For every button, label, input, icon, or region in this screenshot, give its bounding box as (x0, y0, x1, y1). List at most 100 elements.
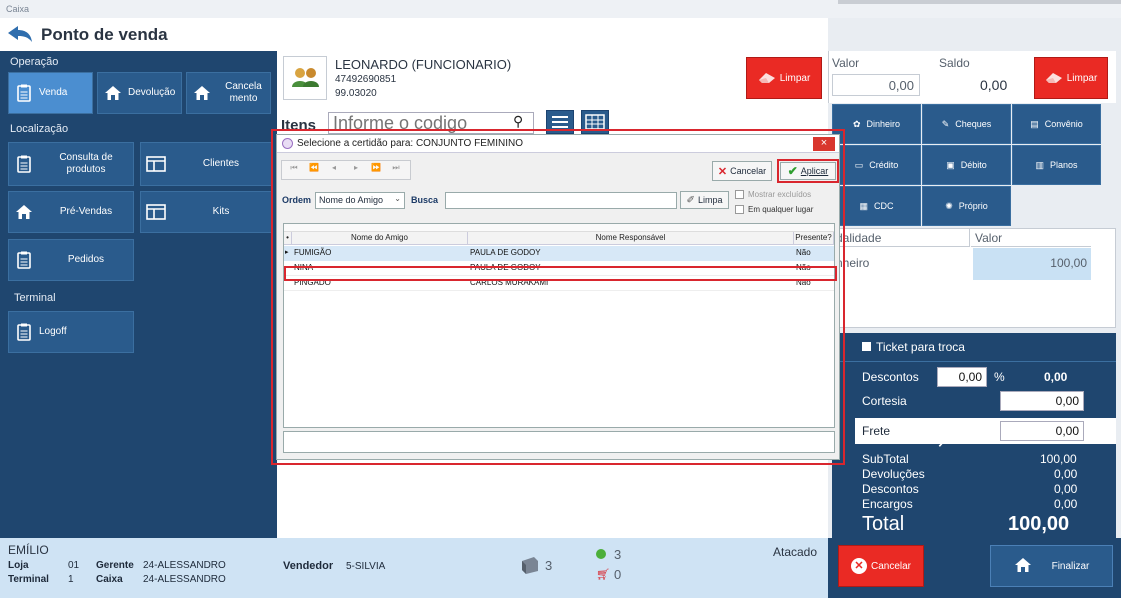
cancelamento-button[interactable]: Cancela mento (186, 72, 271, 114)
plans-icon: ▥ (1035, 159, 1044, 170)
planos-button[interactable]: ▥ Planos (1012, 145, 1101, 185)
finalizar-button[interactable]: Finalizar (990, 545, 1113, 587)
vendedor-value: 5-SILVIA (346, 561, 386, 572)
window-icon (141, 156, 171, 172)
cheques-label: Cheques (955, 119, 992, 129)
descontos2-value: 0,00 (1054, 482, 1078, 496)
subtotal-value: 100,00 (1040, 452, 1077, 466)
client-avatar[interactable] (283, 56, 327, 100)
modalidade-cell[interactable]: nheiro (832, 248, 970, 280)
client-name: LEONARDO (FUNCIONARIO) (335, 57, 512, 72)
dialog-highlight-frame (271, 129, 845, 465)
atacado-label: Atacado (773, 545, 818, 559)
limpar-payment-button[interactable]: Limpar (1034, 57, 1108, 99)
kits-button[interactable]: Kits (140, 191, 272, 233)
proprio-icon: ✺ (945, 200, 953, 211)
descontos-total: 0,00 (1044, 370, 1068, 384)
cancelar-sale-label: Cancelar (870, 560, 912, 572)
saldo-label: Saldo (939, 56, 970, 70)
percent-label: % (994, 370, 1005, 384)
dinheiro-label: Dinheiro (866, 119, 901, 129)
pre-vendas-button[interactable]: Pré-Vendas (8, 191, 134, 233)
frete-label: Frete (862, 424, 891, 438)
cart-icon: 🛒︎ (596, 569, 610, 581)
credito-button[interactable]: ▭ Crédito (832, 145, 921, 185)
items-count: 3 (545, 558, 553, 573)
divider (838, 361, 1116, 362)
credito-label: Crédito (869, 160, 899, 170)
cheque-icon: ✎ (941, 118, 950, 129)
convenio-button[interactable]: ▤ Convênio (1012, 104, 1101, 144)
consulta-produtos-button[interactable]: Consulta de produtos (8, 142, 134, 186)
kits-label: Kits (212, 206, 230, 217)
title-strip (838, 0, 1121, 4)
eraser-icon (758, 73, 775, 83)
search-icon[interactable]: ⚲ (513, 113, 523, 130)
money-icon: ✿ (852, 118, 861, 129)
check-circle-icon (596, 549, 606, 559)
proprio-label: Próprio (958, 201, 988, 211)
user-name: EMÍLIO (8, 543, 49, 557)
gerente-value: 24-ALESSANDRO (143, 560, 226, 571)
credit-card-icon: ▭ (854, 159, 864, 170)
cdc-icon: ▦ (859, 200, 868, 211)
limpar-client-button[interactable]: Limpar (746, 57, 822, 99)
ok-count: 3 (614, 547, 622, 562)
cortesia-label: Cortesia (862, 394, 907, 408)
modalidade-header: dalidade (832, 229, 970, 247)
ticket-checkbox[interactable] (862, 342, 871, 351)
pedidos-button[interactable]: Pedidos (8, 239, 134, 281)
cancelamento-label: Cancela mento (225, 81, 262, 104)
debito-label: Débito (960, 160, 987, 170)
section-terminal: Terminal (14, 292, 56, 304)
clipboard-icon (9, 251, 39, 269)
descontos2-label: Descontos (862, 482, 919, 496)
clipboard-icon (9, 323, 39, 341)
cheques-button[interactable]: ✎ Cheques (922, 104, 1011, 144)
window-icon (141, 204, 171, 220)
ticket-label: Ticket para troca (876, 340, 965, 354)
debito-button[interactable]: ▣ Débito (922, 145, 1011, 185)
section-localizacao: Localização (10, 123, 69, 135)
gerente-label: Gerente (96, 560, 134, 571)
caixa-label: Caixa (96, 574, 123, 585)
devolucoes-value: 0,00 (1054, 467, 1078, 481)
logoff-label: Logoff (39, 326, 67, 337)
logoff-button[interactable]: Logoff (8, 311, 134, 353)
cdc-button[interactable]: ▦ CDC (832, 186, 921, 226)
home-icon (9, 204, 39, 220)
cancel-circle-icon: ✕ (850, 558, 867, 574)
proprio-button[interactable]: ✺ Próprio (922, 186, 1011, 226)
loja-value: 01 (68, 560, 80, 571)
limpar-payment-label: Limpar (1066, 72, 1098, 84)
frete-input[interactable]: 0,00 (1000, 421, 1084, 441)
dinheiro-button[interactable]: ✿ Dinheiro (832, 104, 921, 144)
people-icon (292, 68, 319, 87)
descontos-label: Descontos (862, 370, 919, 384)
convenio-label: Convênio (1044, 119, 1083, 129)
devolucao-button[interactable]: Devolução (97, 72, 182, 114)
venda-button[interactable]: Venda (8, 72, 93, 114)
consulta-produtos-label: Consulta de produtos (59, 152, 113, 175)
valor-cell[interactable]: 100,00 (973, 248, 1091, 280)
venda-label: Venda (39, 87, 68, 98)
descontos-input[interactable]: 0,00 (937, 367, 987, 387)
saldo-value: 0,00 (980, 77, 1008, 93)
clipboard-icon (9, 84, 39, 102)
valor-input[interactable]: 0,00 (832, 74, 920, 96)
cortesia-input[interactable]: 0,00 (1000, 391, 1084, 411)
limpar-client-label: Limpar (779, 72, 811, 84)
pre-vendas-label: Pré-Vendas (59, 206, 113, 217)
clientes-label: Clientes (202, 158, 240, 169)
clientes-button[interactable]: Clientes (140, 142, 272, 186)
back-arrow-icon[interactable] (6, 24, 34, 44)
home-icon (187, 85, 217, 101)
section-operacao: Operação (10, 56, 59, 68)
caixa-value: 24-ALESSANDRO (143, 574, 226, 585)
clipboard-icon (9, 155, 39, 173)
page-title: Ponto de venda (41, 25, 168, 44)
eraser-icon (1045, 73, 1062, 83)
cancelar-sale-button[interactable]: ✕ Cancelar (838, 545, 924, 587)
cdc-label: CDC (874, 201, 894, 211)
devolucao-label: Devolução (128, 87, 176, 98)
